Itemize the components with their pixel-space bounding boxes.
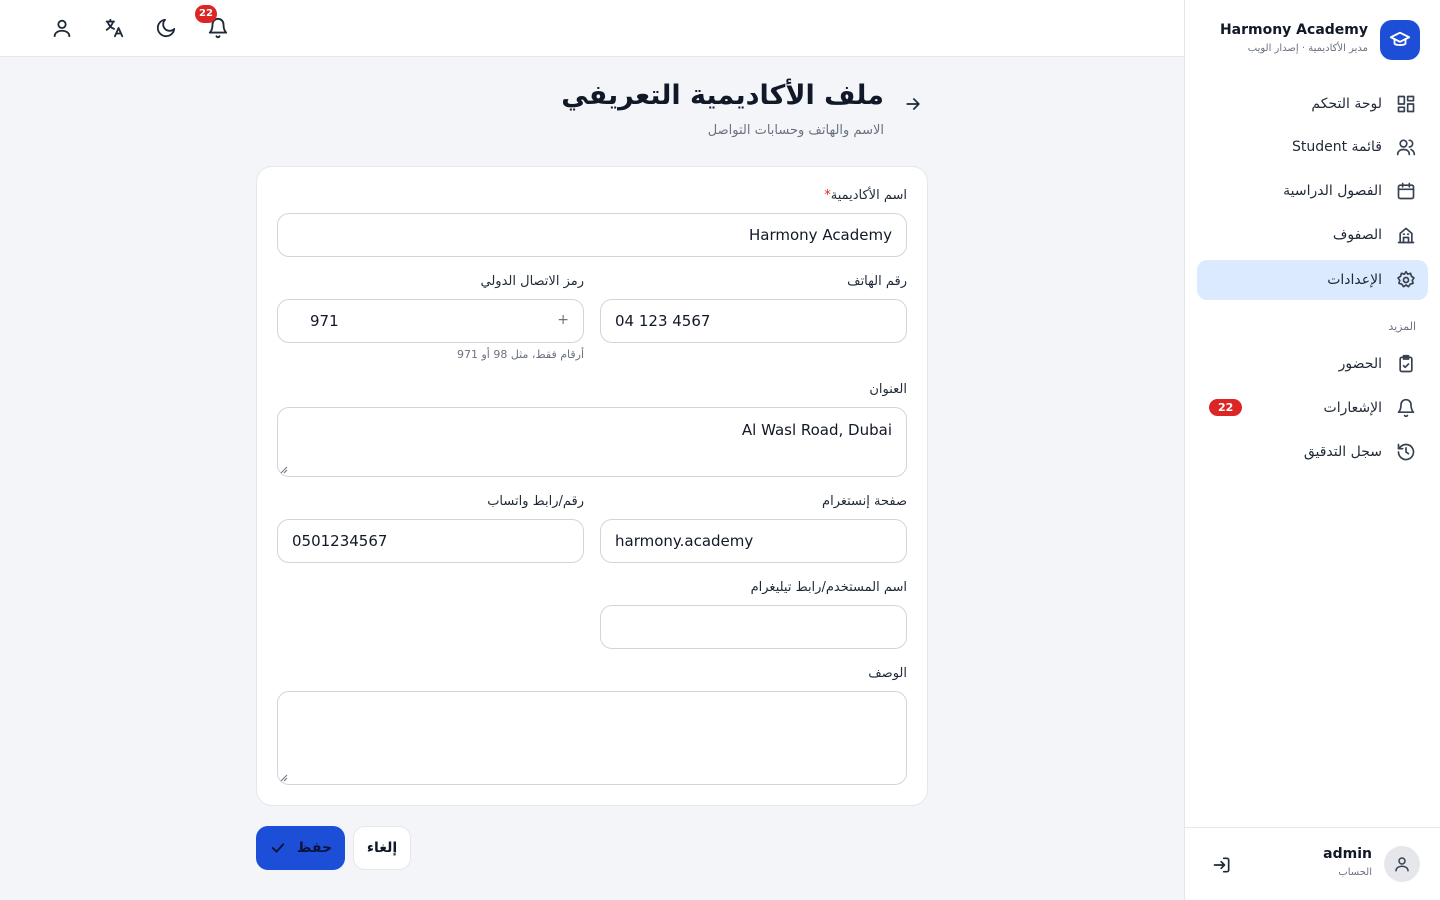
phone-input[interactable]: 04 123 4567 [600,299,907,343]
sidebar-item-settings[interactable]: الإعدادات [1197,260,1428,300]
building-icon [1397,227,1415,244]
plus-prefix: + [557,312,569,328]
sidebar: Harmony Academy مدير الأكاديمية · إصدار … [1184,0,1440,900]
sidebar-item-label: سجل التدقيق [1303,444,1382,460]
top-bar: 22 [0,0,1184,57]
users-icon [1396,139,1416,156]
whatsapp-label: رقم/رابط واتساب [487,494,584,509]
page-subtitle: الاسم والهاتف وحسابات التواصل [707,123,884,138]
notifications-badge: 22 [1209,399,1243,416]
account-panel: admin الحساب [1184,827,1440,900]
account-name: admin [1323,846,1372,862]
whatsapp-input[interactable]: 0501234567 [277,519,584,563]
graduation-cap-icon [1380,20,1420,60]
app-subtitle: مدير الأكاديمية · إصدار الويب [1247,43,1368,54]
profile-form-card: اسم الأكاديمية* Harmony Academy رقم الها… [256,166,928,806]
sidebar-item-label: الفصول الدراسية [1283,183,1382,199]
instagram-input[interactable]: harmony.academy [600,519,907,563]
resize-handle-icon[interactable] [280,466,288,474]
address-textarea[interactable]: Al Wasl Road, Dubai [277,407,907,477]
avatar[interactable] [1384,846,1420,882]
country-code-hint: أرقام فقط، مثل 98 أو 971 [456,348,584,361]
calendar-icon [1397,182,1415,200]
sidebar-item-label: الصفوف [1332,227,1382,243]
description-textarea[interactable] [277,691,907,785]
address-label: العنوان [869,382,907,397]
moon-icon[interactable] [155,17,177,39]
notification-count-badge: 22 [195,5,217,23]
academy-name-label: اسم الأكاديمية* [824,188,907,203]
user-icon [1395,857,1409,872]
sidebar-item-grades[interactable]: الصفوف [1197,215,1428,255]
app-name: Harmony Academy [1219,22,1368,38]
sidebar-item-label: الإعدادات [1327,272,1382,288]
page-title: ملف الأكاديمية التعريفي [561,80,884,111]
history-icon [1397,443,1415,461]
bell-icon [1397,398,1415,418]
sidebar-item-dashboard[interactable]: لوحة التحكم [1197,84,1428,124]
clipboard-icon [1399,354,1413,373]
check-icon [271,843,285,853]
save-button[interactable]: حفظ [256,826,345,870]
sidebar-item-audit-log[interactable]: سجل التدقيق [1197,432,1428,472]
account-subtitle: الحساب [1338,867,1372,878]
user-icon[interactable] [51,17,73,39]
country-code-input[interactable]: 971 + [277,299,584,343]
sidebar-item-attendance[interactable]: الحضور [1197,344,1428,384]
instagram-label: صفحة إنستغرام [822,494,907,509]
brand: Harmony Academy مدير الأكاديمية · إصدار … [1200,20,1420,60]
sidebar-item-students[interactable]: قائمة Student [1197,127,1428,167]
more-section-label: المزيد [1388,320,1416,333]
back-arrow-icon[interactable] [903,94,923,114]
description-label: الوصف [868,666,907,681]
telegram-label: اسم المستخدم/رابط تيليغرام [750,580,907,595]
cancel-button[interactable]: إلغاء [353,826,411,870]
telegram-input[interactable] [600,605,907,649]
country-code-label: رمز الاتصال الدولي [480,274,584,289]
translate-icon[interactable] [103,17,125,39]
dashboard-icon [1397,95,1415,113]
sidebar-item-classes[interactable]: الفصول الدراسية [1197,171,1428,211]
sidebar-item-label: الإشعارات [1323,400,1382,416]
academy-name-input[interactable]: Harmony Academy [277,213,907,257]
logout-icon[interactable] [1212,855,1232,875]
phone-label: رقم الهاتف [847,274,907,289]
gear-icon [1397,270,1415,288]
sidebar-item-label: الحضور [1338,356,1382,372]
sidebar-item-label: لوحة التحكم [1311,96,1382,112]
resize-handle-icon[interactable] [280,774,288,782]
sidebar-item-notifications[interactable]: الإشعارات 22 [1197,388,1428,428]
sidebar-item-label: قائمة Student [1291,139,1382,155]
